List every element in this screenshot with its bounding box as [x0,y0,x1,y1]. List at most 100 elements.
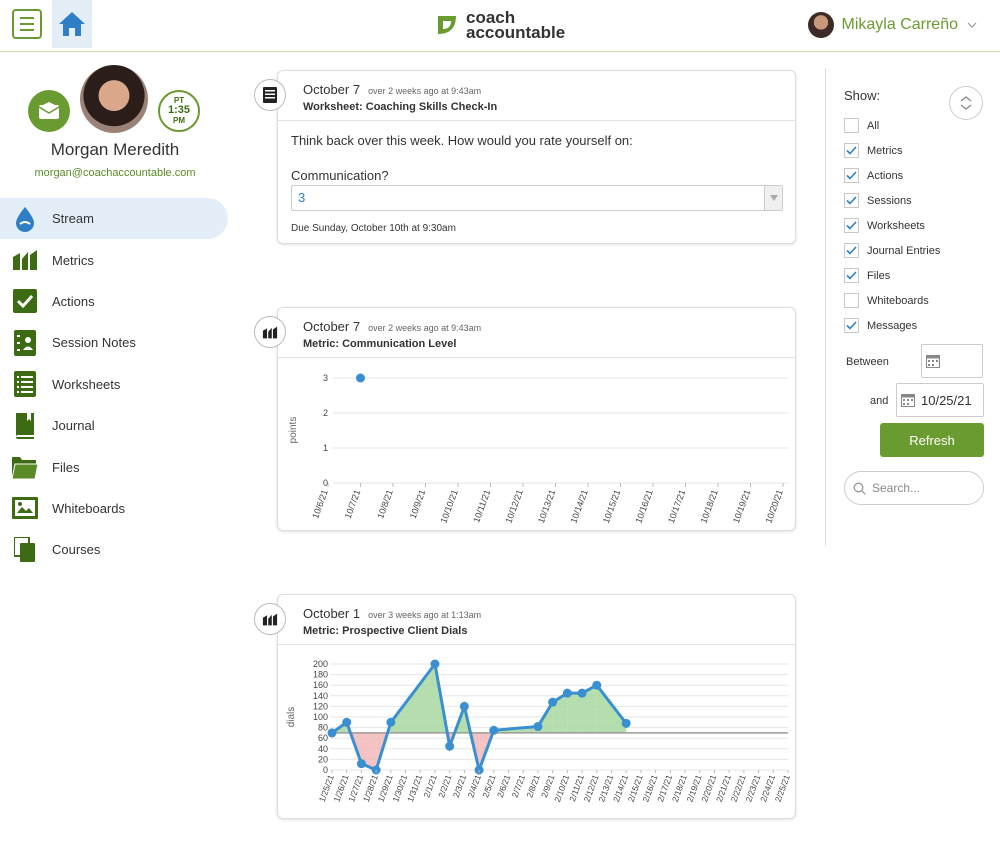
sidebar-item-label: Journal [52,418,95,434]
calendar-icon [901,394,915,407]
sidebar-item-actions[interactable]: Actions [0,281,230,322]
filter-item-sessions[interactable]: Sessions [844,188,940,213]
card-title[interactable]: Worksheet: Coaching Skills Check-In [303,101,795,113]
data-point [342,717,352,727]
filter-item-label: Worksheets [867,219,925,232]
above-goal-area [567,693,583,733]
stream-card-metric-dials: October 1 over 3 weeks ago at 1:13am Metr… [277,594,796,819]
sidebar-item-journal[interactable]: Journal [0,405,230,446]
y-tick-label: 200 [313,659,328,669]
x-tick-label: 10/9/21 [408,488,428,520]
metric-type-badge [254,603,286,635]
x-tick-label: 10/15/21 [601,488,622,524]
home-icon [59,12,85,36]
checkbox-checked[interactable] [844,168,859,183]
checkbox-checked[interactable] [844,143,859,158]
checkbox-unchecked[interactable] [844,293,859,308]
filter-item-actions[interactable]: Actions [844,163,940,188]
data-point [489,725,499,735]
scroll-toggle-button[interactable] [949,86,983,120]
filter-item-label: Sessions [867,194,912,207]
checkbox-checked[interactable] [844,218,859,233]
filter-item-messages[interactable]: Messages [844,313,940,338]
sidebar-item-worksheets[interactable]: Worksheets [0,364,230,405]
y-tick-label: 20 [318,754,328,764]
data-point [356,759,366,769]
filter-item-label: Messages [867,319,918,332]
card-ago: over 2 weeks ago at 9:43am [368,86,482,96]
data-point [356,373,365,383]
menu-button[interactable] [12,9,42,39]
session-notes-icon [14,329,36,356]
sidebar-item-label: Whiteboards [52,500,125,516]
home-button[interactable] [52,0,92,48]
sidebar-item-stream[interactable]: Stream [0,198,228,240]
stream-drop-icon [16,206,34,232]
checkmark-icon [846,146,857,155]
x-tick-label: 10/20/21 [763,488,784,524]
y-tick-label: 1 [323,443,328,453]
search-input[interactable]: Search... [844,471,984,505]
start-date-input[interactable] [921,344,983,378]
app-logo[interactable]: coach accountable [434,9,565,41]
card-date: October 7 [303,82,361,97]
sidebar-item-label: Worksheets [52,376,121,392]
checkbox-unchecked[interactable] [844,118,859,133]
metric-chart-icon [262,613,278,625]
x-tick-label: 10/16/21 [633,488,654,524]
worksheet-type-badge [254,79,286,111]
client-profile: PT 1:35 PM Morgan Meredith morgan@coacha… [0,60,230,190]
filter-checkbox-list: All Metrics Actions Sessions Worksheets Journ… [844,113,940,338]
client-photo[interactable] [80,65,148,133]
filter-item-label: Whiteboards [867,294,929,307]
filter-item-worksheets[interactable]: Worksheets [844,213,940,238]
select-arrow[interactable] [764,186,782,210]
sidebar-item-label: Actions [52,293,95,309]
y-tick-label: 60 [318,733,328,743]
checkbox-checked[interactable] [844,193,859,208]
checkbox-checked[interactable] [844,243,859,258]
top-header: coach accountable Mikayla Carreño [0,0,1000,52]
message-button[interactable] [28,90,70,132]
checkbox-checked[interactable] [844,318,859,333]
filter-item-files[interactable]: Files [844,263,940,288]
filter-item-label: Actions [867,169,904,182]
y-tick-label: 3 [323,373,328,383]
local-time-badge: PT 1:35 PM [158,90,200,132]
y-axis-label: points [288,417,299,444]
sidebar-item-session-notes[interactable]: Session Notes [0,322,230,363]
card-date: October 1 [303,606,361,621]
card-title[interactable]: Metric: Communication Level [303,338,795,350]
filter-item-journal-entries[interactable]: Journal Entries [844,238,940,263]
x-tick-label: 10/14/21 [568,488,589,524]
sidebar-item-courses[interactable]: Courses [0,529,230,570]
sidebar-item-files[interactable]: Files [0,446,230,487]
end-date-input[interactable]: 10/25/21 [896,383,984,417]
stream-card-worksheet: October 7 over 2 weeks ago at 9:43am Work… [277,70,796,244]
chevron-down-icon [967,22,977,28]
worksheet-field-label: Communication? [291,168,389,183]
card-title[interactable]: Metric: Prospective Client Dials [303,625,795,637]
y-tick-label: 80 [318,723,328,733]
x-tick-label: 10/7/21 [343,488,363,520]
card-header: October 1 over 3 weeks ago at 1:13am Metr… [278,595,795,645]
sidebar-item-whiteboards[interactable]: Whiteboards [0,488,230,529]
data-point [562,688,572,698]
refresh-button[interactable]: Refresh [880,423,984,457]
client-email[interactable]: morgan@coachaccountable.com [0,167,230,179]
filter-item-metrics[interactable]: Metrics [844,138,940,163]
filter-item-all[interactable]: All [844,113,940,138]
worksheets-list-icon [14,371,36,398]
x-tick-label: 10/17/21 [666,488,687,524]
filter-item-whiteboards[interactable]: Whiteboards [844,288,940,313]
user-menu[interactable]: Mikayla Carreño [807,12,978,38]
data-point [459,701,469,711]
sidebar-item-metrics[interactable]: Metrics [0,239,230,280]
logo-leaf-icon [438,16,456,34]
x-tick-label: 10/13/21 [536,488,557,524]
filter-item-label: Files [867,269,891,282]
show-label: Show: [844,88,881,103]
card-date: October 7 [303,319,361,334]
communication-select[interactable]: 3 [291,185,783,211]
checkbox-checked[interactable] [844,268,859,283]
